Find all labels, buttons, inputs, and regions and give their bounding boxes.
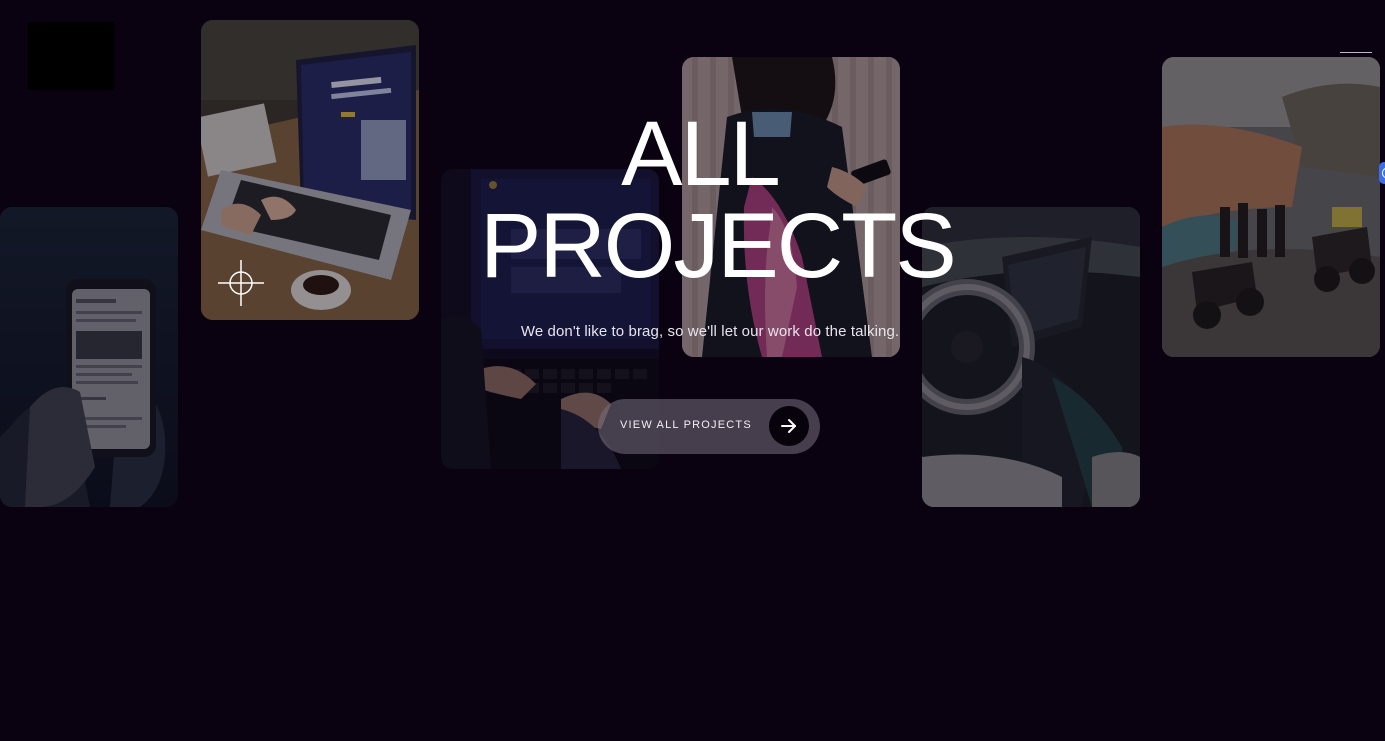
- project-card-travel[interactable]: [1162, 57, 1380, 357]
- projects-page: ALL PROJECTS We don't like to brag, so w…: [0, 0, 1385, 741]
- arrow-right-icon[interactable]: [769, 406, 809, 446]
- site-logo[interactable]: [28, 22, 114, 90]
- page-title: ALL PROJECTS: [480, 103, 957, 297]
- hamburger-menu-icon: [1340, 52, 1372, 53]
- crosshair-icon: [218, 260, 264, 306]
- project-image-phone: [0, 207, 178, 507]
- view-all-projects-label: VIEW ALL PROJECTS: [620, 419, 752, 431]
- project-card-mobile-app[interactable]: [0, 207, 178, 507]
- page-subtitle: We don't like to brag, so we'll let our …: [520, 323, 900, 340]
- side-widget-tab[interactable]: [1379, 162, 1385, 184]
- project-image-city: [1162, 57, 1380, 357]
- page-title-line-2: PROJECTS: [480, 195, 957, 297]
- page-title-line-1: ALL: [621, 103, 781, 205]
